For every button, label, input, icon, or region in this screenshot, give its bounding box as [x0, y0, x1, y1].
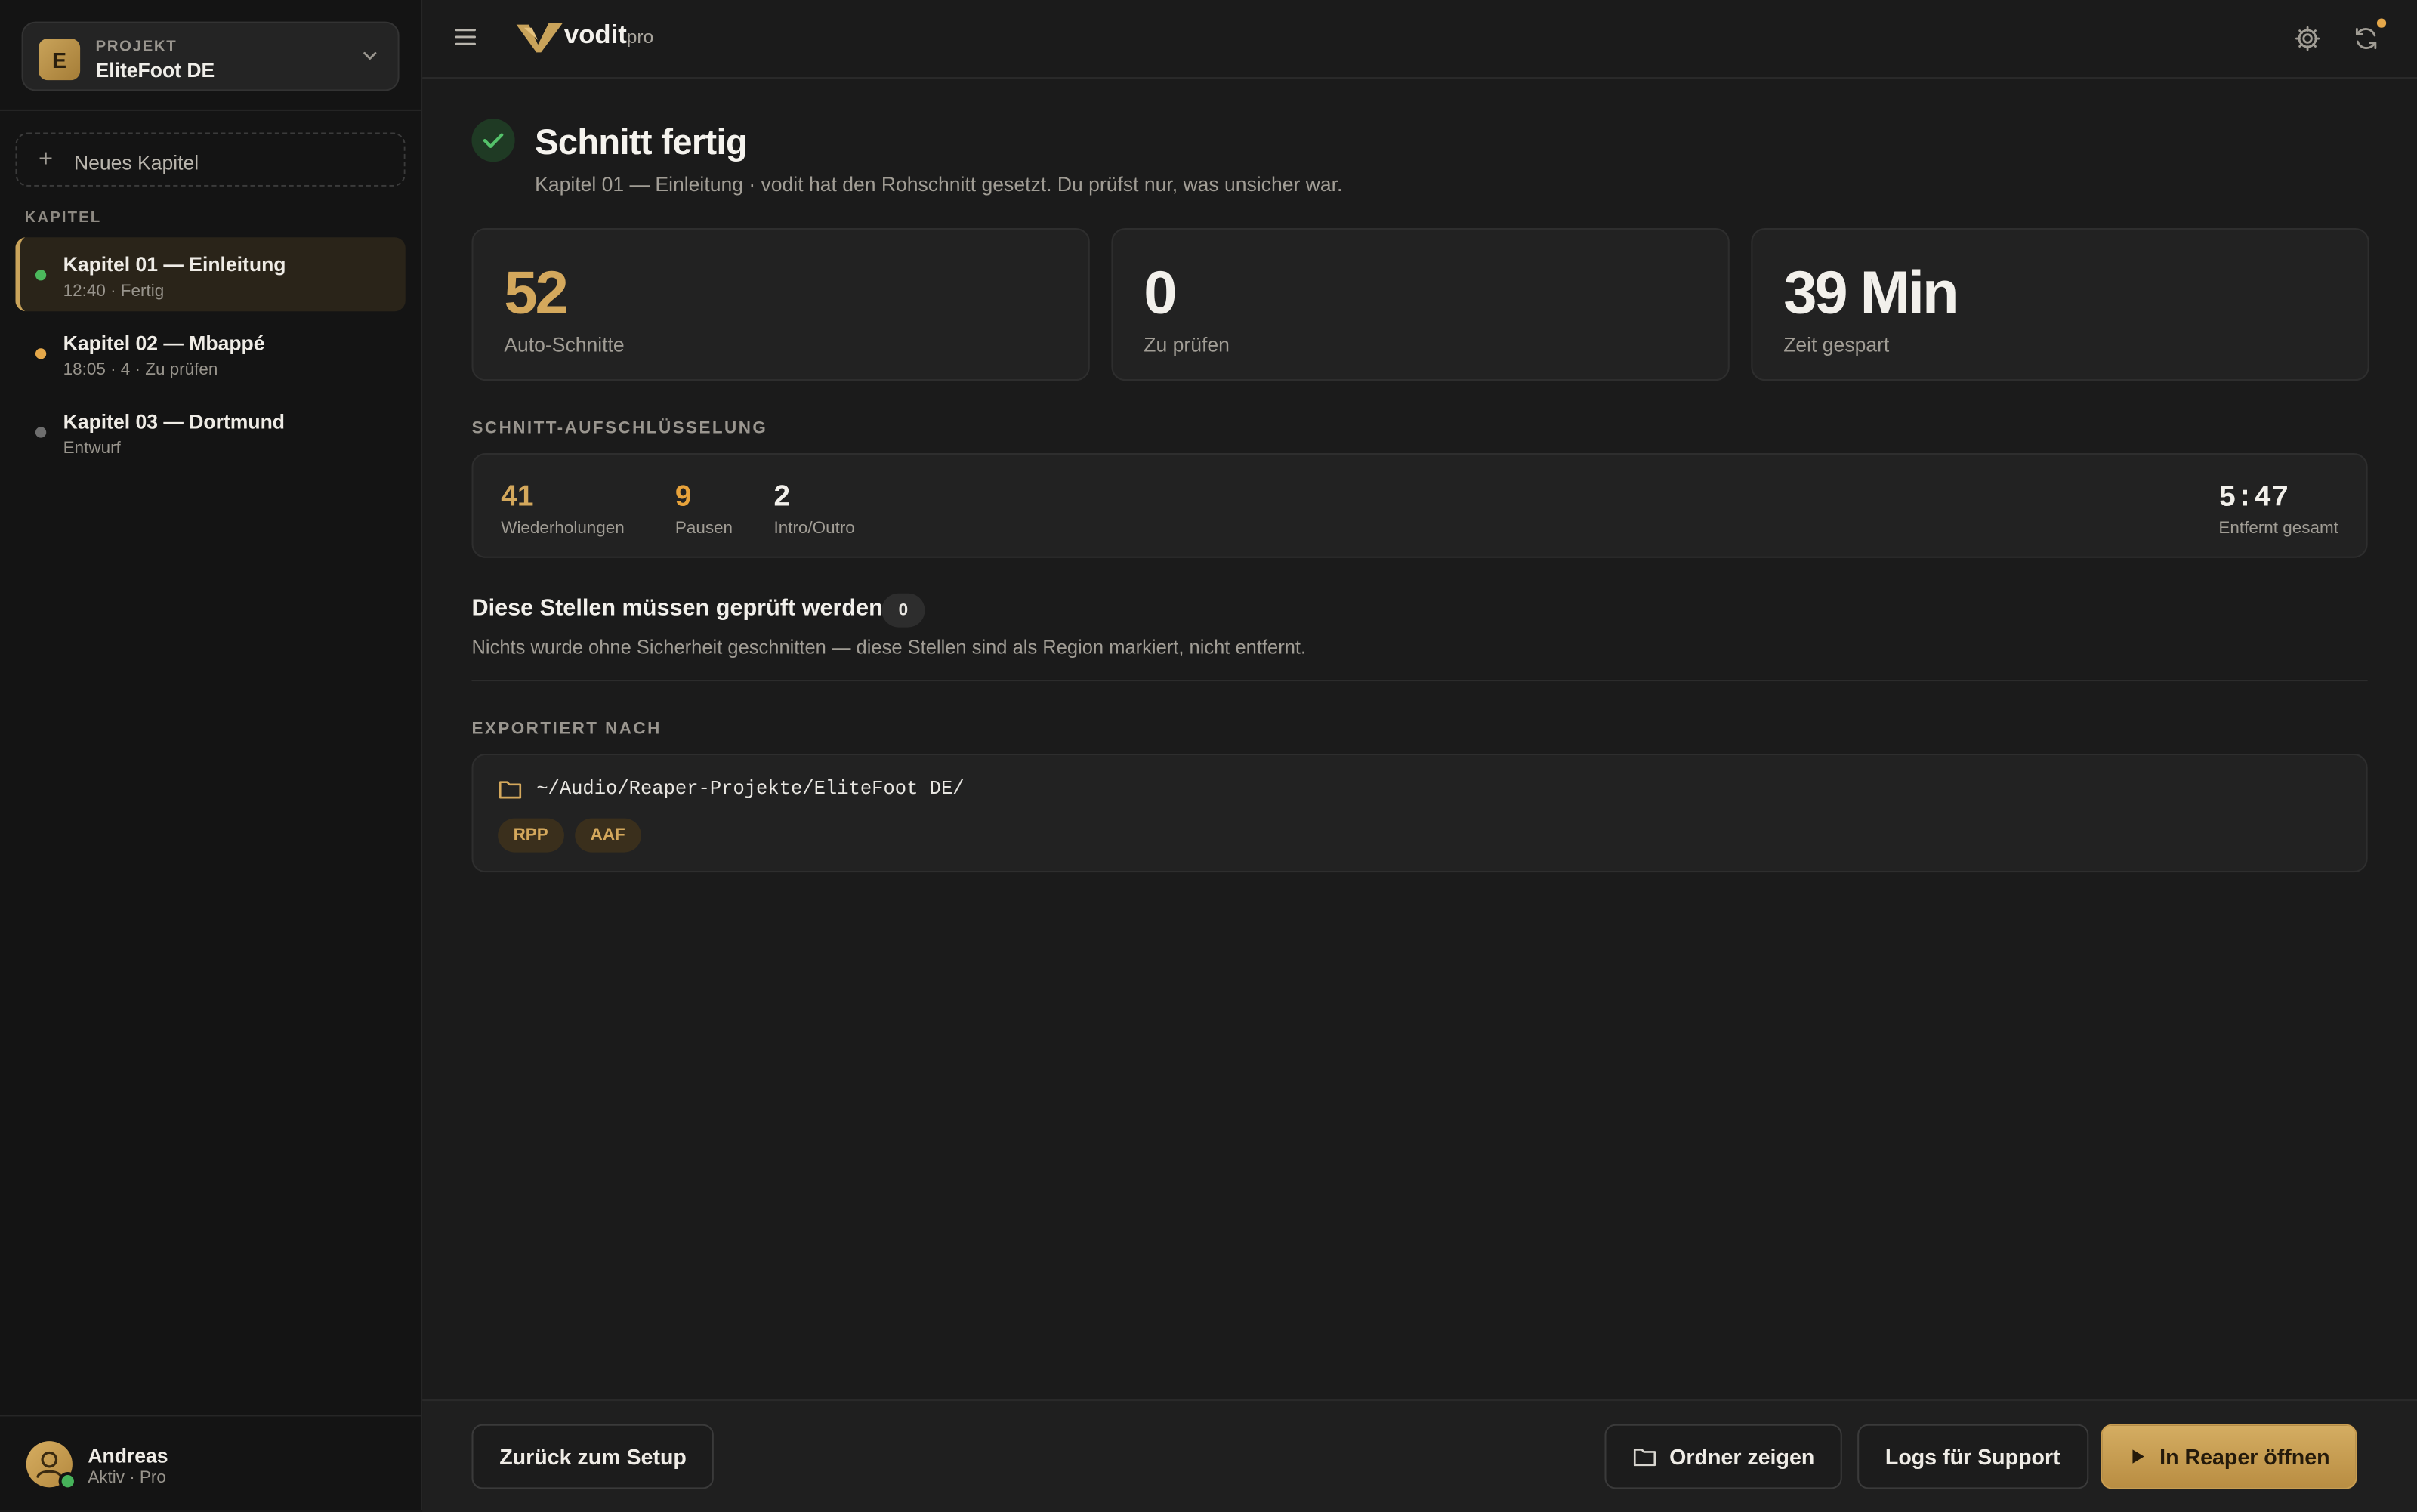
sidebar-item-chapter-01[interactable]: Kapitel 01 — Einleitung 12:40 · Fertig	[15, 237, 406, 312]
stat-label: Auto-Schnitte	[504, 332, 625, 356]
refresh-icon[interactable]	[2352, 25, 2380, 53]
breakdown-total: 5:47 Entfernt gesamt	[2218, 481, 2338, 538]
new-chapter-button[interactable]: + Neues Kapitel	[15, 132, 406, 187]
breakdown-value: 9	[674, 480, 692, 514]
online-status-icon	[58, 1471, 78, 1491]
breakdown-label: Wiederholungen	[501, 519, 625, 538]
project-kicker: PROJEKT	[95, 39, 177, 56]
breakdown-label: Intro/Outro	[773, 519, 855, 538]
stat-value: 39 Min	[1783, 260, 1959, 327]
sidebar-item-chapter-03[interactable]: Kapitel 03 — Dortmund Entwurf	[15, 394, 405, 468]
stat-label: Zu prüfen	[1144, 332, 1230, 356]
project-switcher[interactable]: E PROJEKT EliteFoot DE	[21, 21, 400, 91]
chapter-meta: Entwurf	[63, 439, 121, 458]
breakdown-item-intro-outro: 2 Intro/Outro	[773, 481, 854, 538]
export-section-label: EXPORTIERT NACH	[471, 720, 662, 739]
plus-icon: +	[39, 146, 54, 173]
show-folder-label: Ordner zeigen	[1669, 1444, 1815, 1469]
chapter-title: Kapitel 03 — Dortmund	[63, 409, 286, 434]
cut-breakdown-panel: 41 Wiederholungen 9 Pausen 2 Intro/Outro…	[471, 452, 2368, 558]
status-dot-icon	[35, 427, 47, 438]
breakdown-total-label: Entfernt gesamt	[2218, 519, 2338, 538]
app-window: E PROJEKT EliteFoot DE + Neues Kapitel K…	[0, 0, 2417, 1512]
folder-icon	[1632, 1446, 1657, 1467]
breakdown-total-value: 5:47	[2218, 480, 2289, 515]
sidebar-divider	[0, 1415, 421, 1417]
stat-card-to-review: 0 Zu prüfen	[1111, 228, 1730, 381]
new-chapter-label: Neues Kapitel	[73, 150, 199, 174]
breakdown-label: Pausen	[674, 519, 733, 538]
breakdown-item-pauses: 9 Pausen	[675, 481, 733, 538]
sidebar-divider	[0, 109, 421, 111]
top-bar: voditpro	[422, 0, 2417, 79]
open-in-reaper-button[interactable]: In Reaper öffnen	[2101, 1424, 2358, 1489]
status-dot-icon	[35, 270, 47, 281]
project-name: EliteFoot DE	[95, 58, 215, 82]
chapter-title: Kapitel 02 — Mbappé	[63, 331, 265, 355]
section-divider	[471, 679, 2368, 682]
check-circle-icon	[471, 119, 515, 162]
stat-card-time-saved: 39 Min Zeit gespart	[1751, 228, 2369, 381]
support-logs-button[interactable]: Logs für Support	[1857, 1424, 2088, 1489]
breakdown-item-repetitions: 41 Wiederholungen	[501, 481, 625, 538]
back-to-setup-label: Zurück zum Setup	[499, 1444, 687, 1469]
back-to-setup-button[interactable]: Zurück zum Setup	[471, 1424, 715, 1489]
export-destination-panel: ~/Audio/Reaper-Projekte/EliteFoot DE/ RP…	[471, 753, 2368, 873]
update-notification-badge	[2376, 18, 2387, 28]
user-name: Andreas	[88, 1444, 168, 1467]
breakdown-value: 2	[773, 480, 791, 514]
show-folder-button[interactable]: Ordner zeigen	[1604, 1424, 1843, 1489]
project-avatar: E	[39, 39, 81, 81]
export-path: ~/Audio/Reaper-Projekte/EliteFoot DE/	[536, 778, 965, 801]
stat-label: Zeit gespart	[1783, 332, 1890, 356]
chapter-title: Kapitel 01 — Einleitung	[63, 252, 286, 276]
menu-icon[interactable]	[453, 25, 478, 50]
stat-card-auto-cuts: 52 Auto-Schnitte	[471, 228, 1090, 381]
breakdown-value: 41	[501, 480, 534, 514]
gear-icon[interactable]	[2294, 25, 2322, 53]
review-count-badge: 0	[881, 593, 925, 628]
page-subtitle: Kapitel 01 — Einleitung · vodit hat den …	[535, 172, 1343, 196]
chevron-down-icon	[363, 51, 377, 60]
page-title: Schnitt fertig	[535, 122, 748, 162]
chapter-meta: 18:05 · 4 · Zu prüfen	[63, 360, 218, 380]
brand-name: voditpro	[563, 20, 654, 50]
chapter-meta: 12:40 · Fertig	[63, 282, 165, 301]
format-badge-aaf: AAF	[575, 818, 641, 853]
breakdown-section-label: SCHNITT-AUFSCHLÜSSELUNG	[471, 419, 768, 438]
status-dot-icon	[35, 348, 47, 359]
brand-suffix: pro	[626, 26, 654, 48]
open-in-reaper-label: In Reaper öffnen	[2159, 1444, 2330, 1469]
support-logs-label: Logs für Support	[1885, 1444, 2060, 1469]
stat-value: 0	[1144, 260, 1177, 327]
user-plan: Aktiv · Pro	[88, 1468, 166, 1488]
vodit-logo-icon	[516, 23, 563, 53]
chapters-section-label: KAPITEL	[24, 209, 102, 227]
review-section-title: Diese Stellen müssen geprüft werden	[471, 594, 883, 622]
sidebar: E PROJEKT EliteFoot DE + Neues Kapitel K…	[0, 0, 423, 1510]
review-section-note: Nichts wurde ohne Sicherheit geschnitten…	[471, 636, 1307, 659]
footer-action-bar: Zurück zum Setup Ordner zeigen Logs für …	[422, 1399, 2417, 1512]
format-badge-rpp: RPP	[498, 818, 564, 853]
play-icon	[2128, 1447, 2147, 1465]
folder-icon	[499, 781, 522, 799]
sidebar-item-chapter-02[interactable]: Kapitel 02 — Mbappé 18:05 · 4 · Zu prüfe…	[15, 316, 405, 390]
stat-value: 52	[504, 260, 569, 327]
